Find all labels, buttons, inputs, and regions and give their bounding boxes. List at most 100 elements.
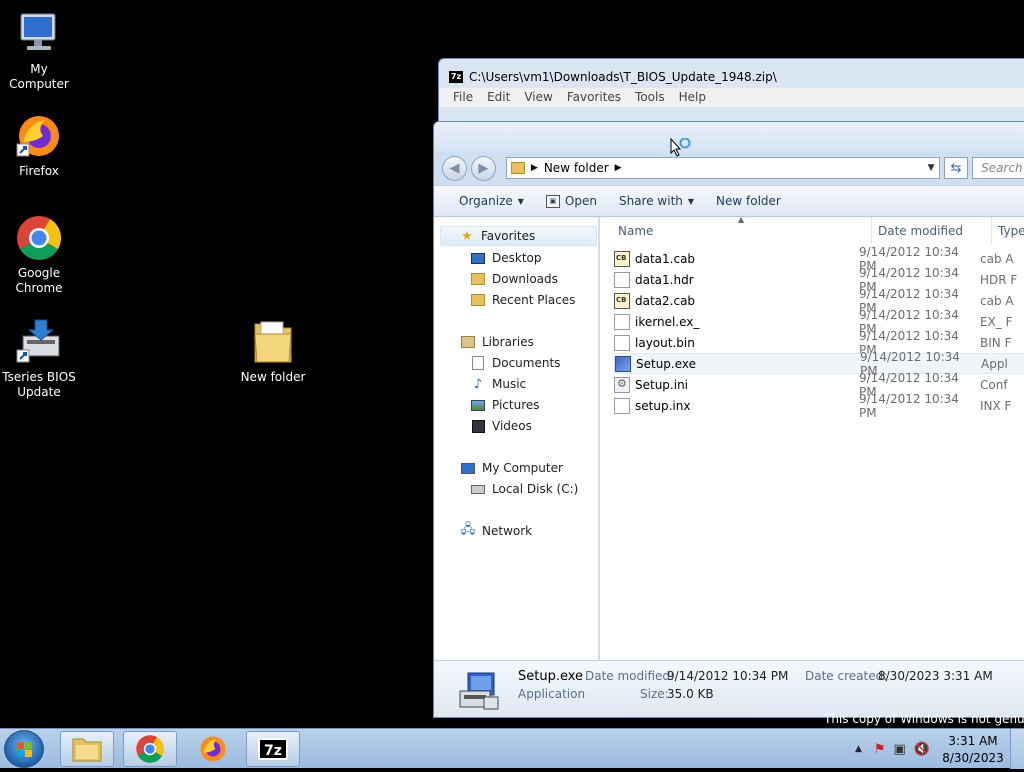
refresh-button[interactable]: ⇆	[944, 157, 969, 179]
details-file-kind: Application	[518, 687, 586, 701]
nav-pictures[interactable]: Pictures	[470, 395, 540, 415]
file-row[interactable]: setup.inx 9/14/2012 10:34 PM INX F	[614, 392, 1024, 420]
desktop-icon-my-computer[interactable]: My Computer	[0, 10, 78, 92]
column-name-label: Name	[618, 223, 654, 238]
network-status-icon[interactable]: ▣	[890, 742, 910, 757]
file-type: cab A	[980, 251, 1014, 266]
nav-downloads[interactable]: Downloads	[470, 269, 558, 289]
file-name: data2.cab	[635, 293, 696, 308]
column-header-type[interactable]: Type	[992, 217, 1024, 244]
nav-music[interactable]: ♪ Music	[470, 374, 526, 394]
desktop-icon-chrome[interactable]: Google Chrome	[0, 214, 78, 296]
column-header-date-modified[interactable]: Date modified	[872, 217, 992, 244]
details-size-label: Size:	[640, 687, 669, 701]
back-button[interactable]: ◀	[442, 155, 467, 181]
file-icon	[614, 397, 630, 414]
nav-recent-places[interactable]: Recent Places	[470, 290, 575, 310]
chrome-icon	[15, 214, 63, 262]
setup-exe-large-icon	[458, 669, 502, 713]
search-input[interactable]: Search	[972, 157, 1024, 179]
breadcrumb-new-folder[interactable]: New folder	[544, 161, 609, 175]
file-name: Setup.exe	[636, 356, 697, 371]
sevenzip-app-icon: 7z	[449, 71, 463, 83]
column-header-name[interactable]: Name	[600, 217, 872, 244]
nav-favorites[interactable]: ★ Favorites	[440, 226, 597, 246]
address-bar[interactable]: ▶ New folder ▶ ▼	[505, 157, 941, 179]
breadcrumb-separator-icon[interactable]: ▶	[615, 163, 622, 173]
recent-places-icon	[470, 292, 486, 308]
cab-file-icon	[614, 250, 630, 267]
desktop-icon-bios-update[interactable]: Tseries BIOS Update	[0, 318, 78, 400]
taskbar-7zip[interactable]: 7z	[246, 731, 300, 767]
music-icon: ♪	[473, 376, 483, 392]
open-icon: ▣	[545, 194, 560, 208]
star-icon: ★	[461, 228, 473, 244]
menu-view[interactable]: View	[518, 88, 560, 107]
details-file-name: Setup.exe	[518, 669, 584, 684]
nav-desktop[interactable]: Desktop	[470, 248, 542, 268]
firefox-icon	[200, 736, 226, 762]
start-button[interactable]	[4, 730, 44, 768]
share-with-label: Share with	[618, 194, 683, 208]
file-date: 9/14/2012 10:34 PM	[859, 391, 959, 420]
sevenzip-titlebar[interactable]: 7z C:\Users\vm1\Downloads\T_BIOS_Update_…	[439, 59, 1024, 87]
address-bar-row: ◀ ▶ ▶ New folder ▶ ▼ ⇆ Search	[442, 153, 1024, 183]
volume-muted-icon[interactable]: 🔇	[910, 742, 936, 757]
chrome-icon	[136, 735, 164, 763]
menu-tools[interactable]: Tools	[629, 88, 673, 107]
nav-music-label: Music	[492, 377, 527, 391]
share-with-button[interactable]: Share with ▼	[608, 189, 705, 213]
taskbar-explorer[interactable]	[60, 731, 114, 767]
file-type: Conf	[980, 377, 1008, 392]
desktop-icon-new-folder[interactable]: New folder	[234, 318, 312, 385]
details-size: 35.0 KB	[667, 687, 714, 701]
navigation-pane: ★ Favorites Desktop Downloads Recent Pla…	[434, 217, 599, 660]
organize-label: Organize	[459, 194, 513, 208]
action-center-flag-icon[interactable]: ⚑	[870, 742, 890, 757]
clock[interactable]: 3:31 AM 8/30/2023	[936, 731, 1010, 767]
show-hidden-icons-button[interactable]: ▲	[847, 744, 870, 754]
desktop-icon-firefox[interactable]: Firefox	[0, 112, 78, 179]
refresh-icon: ⇆	[950, 160, 962, 176]
explorer-titlebar[interactable]	[434, 122, 1024, 152]
mouse-cursor	[670, 137, 691, 158]
file-icon	[614, 334, 630, 351]
computer-icon	[15, 10, 63, 58]
file-name: data1.cab	[635, 251, 696, 266]
forward-arrow-icon: ▶	[478, 160, 489, 176]
open-button[interactable]: ▣ Open	[535, 189, 608, 213]
downloads-icon	[470, 271, 486, 287]
chevron-down-icon: ▼	[517, 196, 524, 206]
nav-network-label: Network	[482, 524, 533, 538]
taskbar-firefox[interactable]	[186, 731, 240, 767]
libraries-icon	[460, 334, 476, 350]
nav-network[interactable]: 🖧 Network	[460, 521, 532, 541]
breadcrumb-separator-icon[interactable]: ▶	[531, 163, 538, 173]
address-dropdown-icon[interactable]: ▼	[923, 163, 939, 173]
nav-videos[interactable]: Videos	[470, 416, 532, 436]
nav-my-computer[interactable]: My Computer	[460, 458, 563, 478]
menu-file[interactable]: File	[447, 88, 481, 107]
nav-documents[interactable]: Documents	[470, 353, 560, 373]
nav-local-disk[interactable]: Local Disk (C:)	[470, 479, 578, 499]
taskbar-chrome[interactable]	[123, 731, 177, 767]
network-icon: 🖧	[460, 522, 476, 537]
file-type: BIN F	[980, 335, 1012, 350]
desktop-icon-label: Tseries BIOS Update	[2, 370, 76, 399]
organize-button[interactable]: Organize ▼	[448, 189, 535, 213]
new-folder-label: New folder	[716, 194, 781, 208]
new-folder-button[interactable]: New folder	[705, 189, 792, 213]
folder-icon	[249, 318, 297, 366]
forward-button[interactable]: ▶	[470, 155, 496, 181]
nav-libraries-label: Libraries	[482, 335, 534, 349]
explorer-window[interactable]: ◀ ▶ ▶ New folder ▶ ▼ ⇆ Search Organize ▼…	[433, 121, 1024, 718]
nav-libraries[interactable]: Libraries	[460, 332, 534, 352]
file-icon	[614, 313, 630, 330]
menu-favorites[interactable]: Favorites	[561, 88, 629, 107]
desktop-icon	[470, 250, 486, 266]
file-type: Appl	[981, 356, 1008, 371]
videos-icon	[470, 418, 486, 434]
show-desktop-button[interactable]	[1010, 729, 1024, 769]
menu-help[interactable]: Help	[673, 88, 714, 107]
menu-edit[interactable]: Edit	[481, 88, 518, 107]
